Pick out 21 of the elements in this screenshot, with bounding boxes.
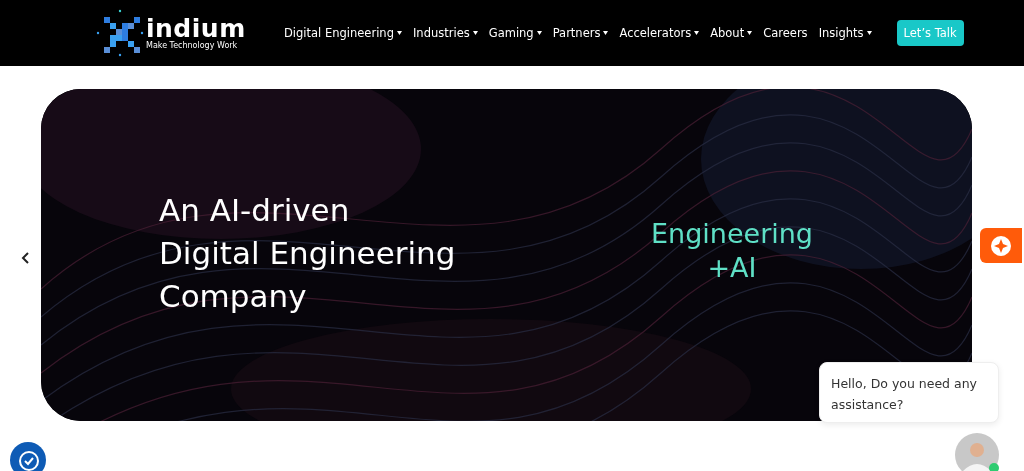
hero-tagline: +AI (707, 251, 757, 285)
nav-link[interactable]: Industries (412, 26, 478, 40)
logo-tagline: Make Technology Work (146, 40, 239, 50)
nav-link[interactable]: About (710, 26, 753, 40)
widget-button[interactable] (980, 228, 1022, 263)
nav-link[interactable]: Gaming (488, 26, 542, 40)
chat-message: Hello, Do you need any assistance? (831, 376, 977, 412)
logo-icon[interactable] (96, 9, 144, 57)
hero-headline: An AI-driven (159, 191, 351, 230)
nav-link[interactable]: Accelerators (619, 26, 700, 40)
sparkle-icon (989, 233, 1013, 258)
logo-text: indium (146, 16, 246, 41)
nav-link[interactable]: Partners (552, 26, 609, 40)
nav-link[interactable]: Digital Engineering (284, 26, 402, 40)
nav-link[interactable]: Insights (818, 26, 872, 40)
hero-tagline: Engineering (651, 217, 813, 251)
hero-headline: Digital Engineering (159, 234, 456, 273)
accessibility-icon[interactable] (10, 442, 46, 471)
hero-headline: Company (159, 277, 308, 316)
chevron-left-icon[interactable] (20, 251, 32, 265)
nav-link[interactable]: Careers (763, 26, 808, 40)
